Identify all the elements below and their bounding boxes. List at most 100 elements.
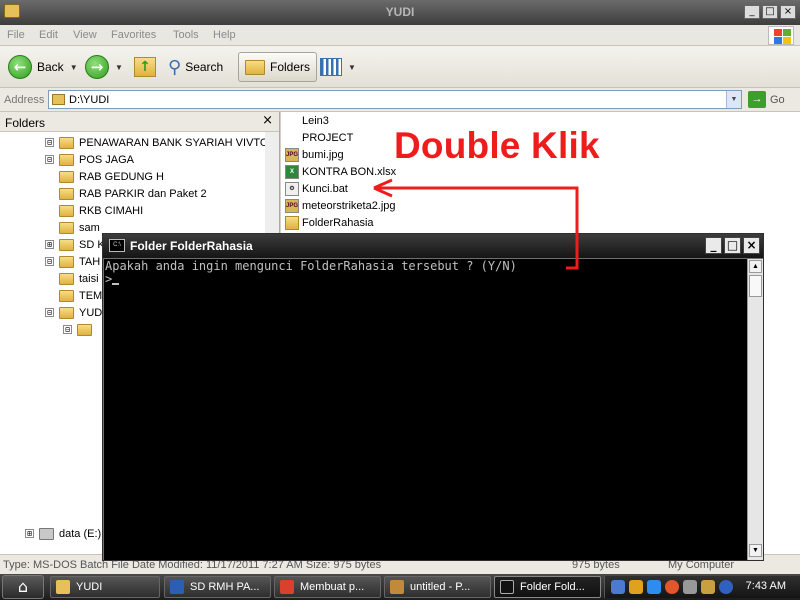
chevron-down-icon[interactable]: ▼	[726, 91, 741, 108]
collapse-icon[interactable]: ⊟	[45, 257, 54, 266]
maximize-button[interactable]: □	[762, 5, 778, 19]
paint-icon	[390, 580, 404, 594]
menu-help[interactable]: Help	[213, 29, 236, 41]
start-button[interactable]: ⌂	[2, 575, 44, 599]
tree-item-label: SD K	[79, 238, 105, 251]
console-scrollbar[interactable]: ▲ ▼	[747, 259, 763, 560]
minimize-button[interactable]: _	[744, 5, 760, 19]
tray-app-icon[interactable]	[719, 580, 733, 594]
tray-app-icon[interactable]	[701, 580, 715, 594]
network-icon[interactable]	[611, 580, 625, 594]
collapse-icon[interactable]: ⊟	[45, 308, 54, 317]
search-button[interactable]: ⚲ Search	[168, 52, 223, 82]
console-icon	[500, 580, 514, 594]
file-name: KONTRA BON.xlsx	[302, 165, 397, 178]
file-item[interactable]: JPG meteorstriketa2.jpg	[285, 197, 396, 214]
folders-pane-header: Folders ×	[0, 112, 279, 132]
tree-item[interactable]: TEM	[59, 287, 102, 304]
taskbar-item[interactable]: Membuat p...	[274, 576, 381, 598]
menu-view[interactable]: View	[73, 29, 97, 41]
menu-favorites[interactable]: Favorites	[111, 29, 156, 41]
tree-item[interactable]: RAB PARKIR dan Paket 2	[59, 185, 207, 202]
expand-icon[interactable]: ⊞	[25, 529, 34, 538]
tray-app-icon[interactable]	[647, 580, 661, 594]
scroll-up-icon[interactable]: ▲	[749, 260, 762, 273]
file-name: FolderRahasia	[302, 216, 374, 229]
console-minimize-button[interactable]: _	[705, 237, 722, 254]
address-input[interactable]: D:\YUDI ▼	[48, 90, 742, 109]
console-titlebar[interactable]: C:\ Folder FolderRahasia _ □ ×	[103, 234, 763, 258]
close-icon[interactable]: ×	[262, 113, 273, 128]
console-maximize-button[interactable]: □	[724, 237, 741, 254]
file-item[interactable]: FolderRahasia	[285, 214, 374, 231]
tray-app-icon[interactable]	[665, 580, 679, 594]
tree-item-label: YUD	[79, 306, 103, 319]
folder-icon	[56, 580, 70, 594]
tray-app-icon[interactable]	[629, 580, 643, 594]
address-bar: Address D:\YUDI ▼ → Go	[0, 88, 800, 112]
forward-arrow-icon: →	[85, 55, 109, 79]
file-item[interactable]: JPG bumi.jpg	[285, 146, 344, 163]
expand-icon[interactable]: ⊞	[45, 240, 54, 249]
menu-edit[interactable]: Edit	[39, 29, 58, 41]
taskbar-item[interactable]: YUDI	[50, 576, 160, 598]
tree-item[interactable]: ⊞ data (E:)	[25, 525, 101, 542]
tree-item[interactable]: ⊟ TAH	[45, 253, 100, 270]
console-output[interactable]: Apakah anda ingin mengunci FolderRahasia…	[104, 259, 747, 560]
tree-item[interactable]: ⊞ SD K	[45, 236, 105, 253]
forward-button[interactable]: → ▼	[85, 52, 123, 82]
collapse-icon[interactable]: ⊟	[45, 155, 54, 164]
up-folder-button[interactable]: ↑	[134, 52, 156, 82]
taskbar-item[interactable]: Folder Fold...	[494, 576, 601, 598]
file-item[interactable]: PROJECT	[285, 129, 353, 146]
folders-button[interactable]: Folders	[238, 52, 318, 82]
text-cursor	[112, 283, 120, 285]
window-title: YUDI	[385, 5, 415, 19]
back-button[interactable]: ← Back ▼	[8, 52, 78, 82]
views-button[interactable]: ▼	[320, 52, 356, 82]
scroll-down-icon[interactable]: ▼	[749, 544, 762, 557]
tree-item[interactable]: ⊟	[63, 321, 97, 338]
file-item[interactable]: Lein3	[285, 112, 329, 129]
jpg-file-icon: JPG	[285, 198, 299, 213]
tray-app-icon[interactable]	[683, 580, 697, 594]
tree-item[interactable]: ⊟ YUD	[45, 304, 102, 321]
folder-icon	[59, 204, 74, 217]
menu-file[interactable]: File	[7, 29, 25, 41]
file-item[interactable]: X KONTRA BON.xlsx	[285, 163, 396, 180]
collapse-icon[interactable]: ⊟	[63, 325, 72, 334]
folder-icon	[77, 323, 92, 336]
tree-item[interactable]: RAB GEDUNG H	[59, 168, 164, 185]
folders-pane-title: Folders	[5, 116, 46, 130]
menu-tools[interactable]: Tools	[173, 29, 199, 41]
chevron-down-icon: ▼	[348, 62, 356, 72]
batch-file-icon: ⚙	[285, 181, 299, 196]
close-button[interactable]: ×	[780, 5, 796, 19]
taskbar-item-label: Membuat p...	[300, 581, 365, 593]
taskbar-item[interactable]: SD RMH PA...	[164, 576, 271, 598]
folder-icon	[59, 187, 74, 200]
console-close-button[interactable]: ×	[743, 237, 760, 254]
tree-item-label: POS JAGA	[79, 153, 135, 166]
tree-item-label: RKB CIMAHI	[79, 204, 144, 217]
views-icon	[320, 58, 342, 76]
folder-icon	[59, 221, 74, 234]
taskbar-item[interactable]: untitled - P...	[384, 576, 491, 598]
tree-item[interactable]: sam	[59, 219, 100, 236]
file-name: meteorstriketa2.jpg	[302, 199, 396, 212]
back-arrow-icon: ←	[8, 55, 32, 79]
drive-icon	[39, 527, 54, 540]
tree-item[interactable]: RKB CIMAHI	[59, 202, 143, 219]
scroll-thumb[interactable]	[749, 275, 762, 297]
tree-item[interactable]: ⊟ PENAWARAN BANK SYARIAH VIVTORIA	[45, 134, 279, 151]
file-item[interactable]: ⚙ Kunci.bat	[285, 180, 348, 197]
tree-item[interactable]: ⊟ POS JAGA	[45, 151, 134, 168]
go-button[interactable]: → Go	[748, 91, 785, 108]
explorer-titlebar[interactable]: YUDI _ □ ×	[0, 0, 800, 25]
tree-item[interactable]: taisi	[59, 270, 99, 287]
folder-icon	[59, 272, 74, 285]
collapse-icon[interactable]: ⊟	[45, 138, 54, 147]
tree-item-label: TAH	[79, 255, 101, 268]
console-window[interactable]: C:\ Folder FolderRahasia _ □ × Apakah an…	[102, 233, 764, 561]
clock[interactable]: 7:43 AM	[746, 580, 786, 592]
